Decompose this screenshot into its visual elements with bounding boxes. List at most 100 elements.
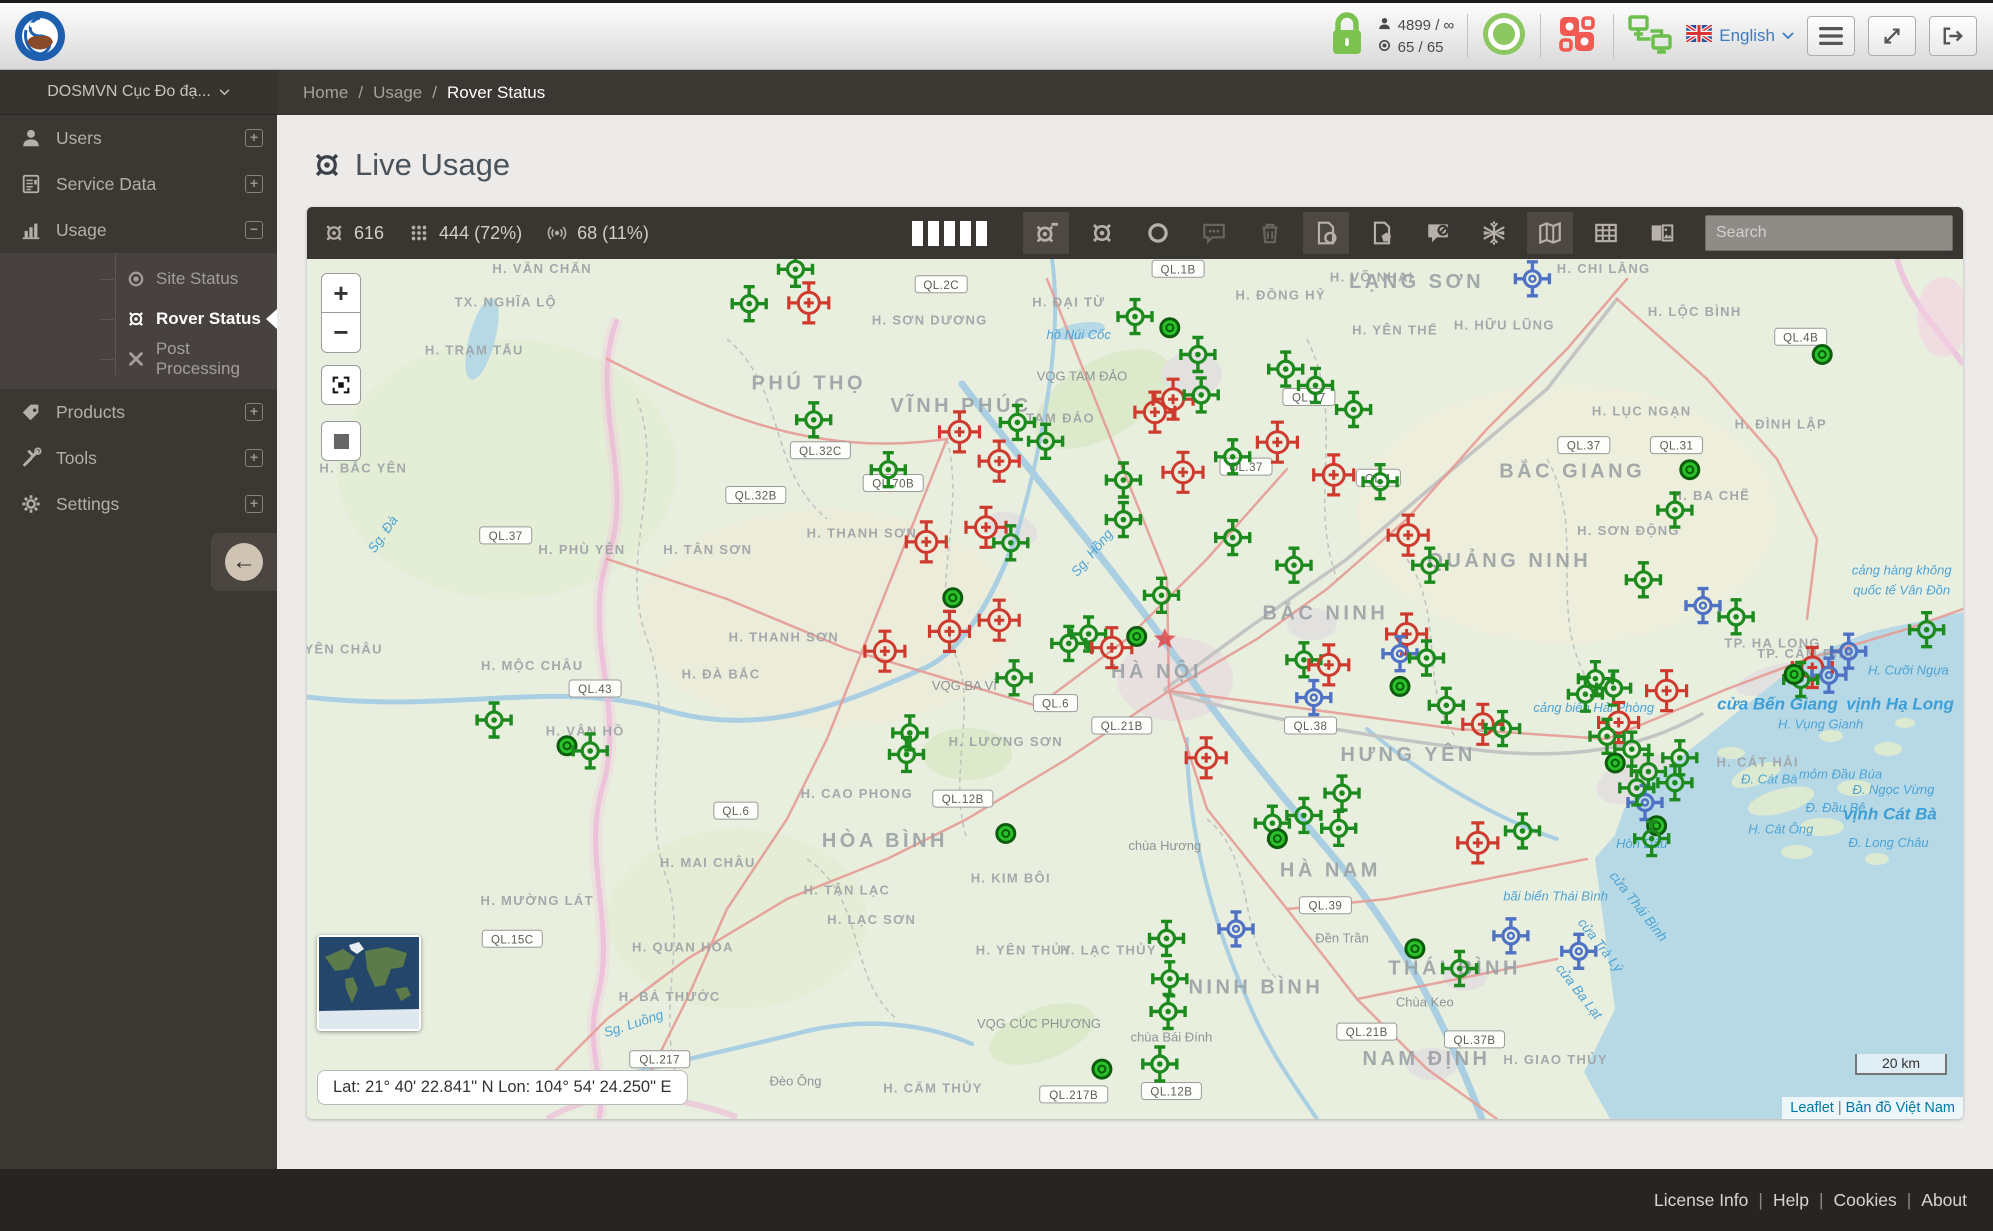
sidebar-item-tools[interactable]: Tools+ [0, 435, 277, 481]
logout-button[interactable] [1929, 16, 1977, 56]
xmark-icon [126, 349, 146, 369]
map-label: H. LẠC THỦY [1060, 943, 1157, 958]
collapse-icon[interactable]: − [245, 221, 263, 239]
svg-text:QL.1B: QL.1B [1161, 264, 1196, 276]
report-polygon-button[interactable] [1359, 212, 1405, 254]
footer-link-about[interactable]: About [1921, 1190, 1967, 1211]
person-icon [1377, 16, 1392, 31]
basemap-link[interactable]: Bản đồ Việt Nam [1846, 1100, 1955, 1116]
expand-arrows-icon [1881, 25, 1903, 47]
search-input[interactable] [1705, 215, 1953, 251]
map-label: H. YÊN CHÂU [307, 642, 383, 657]
menu-button[interactable] [1807, 16, 1855, 56]
map-label: cửa Bến Giang [1717, 695, 1838, 714]
map-label: H. TÂN LẠC [804, 883, 891, 898]
breadcrumb-item-usage[interactable]: Usage [373, 83, 422, 103]
svg-text:QL.39: QL.39 [1308, 901, 1342, 913]
footer-link-help[interactable]: Help [1773, 1190, 1809, 1211]
map-label: H. BÁ THƯỚC [619, 989, 721, 1004]
freeze-button[interactable] [1471, 212, 1517, 254]
table-view-button[interactable] [1583, 212, 1629, 254]
zoom-out-button[interactable]: − [321, 313, 361, 353]
rover-marker-d[interactable] [1606, 754, 1624, 772]
level-bar [960, 221, 971, 246]
map-view-button[interactable] [1527, 212, 1573, 254]
rover-marker-d[interactable] [1813, 346, 1831, 364]
map-label: H. MƯỜNG LÁT [481, 893, 594, 908]
network-nodes-icon[interactable] [1627, 14, 1673, 59]
rover-marker-d[interactable] [1161, 319, 1179, 337]
sidebar-item-rover-status[interactable]: Rover Status [0, 299, 277, 339]
filter-rover-remove-button[interactable] [1023, 212, 1069, 254]
rover-minus-icon [1033, 220, 1059, 246]
app-logo [14, 10, 66, 62]
rover-marker-d[interactable] [1128, 628, 1146, 646]
map-fullscreen-button[interactable] [321, 365, 361, 405]
snow-icon [1481, 220, 1507, 246]
minimap[interactable] [317, 935, 421, 1031]
person-icon [20, 127, 42, 149]
rover-marker-d[interactable] [997, 825, 1015, 843]
sidebar-item-label: Rover Status [156, 309, 261, 329]
sidebar-item-post-processing[interactable]: Post Processing [0, 339, 277, 379]
leaflet-link[interactable]: Leaflet [1790, 1100, 1834, 1116]
rover-marker-d[interactable] [1785, 665, 1803, 683]
block-message-button[interactable] [1415, 212, 1461, 254]
count-value: 444 (72%) [439, 223, 522, 244]
expand-icon[interactable]: + [245, 175, 263, 193]
expand-icon[interactable]: + [245, 129, 263, 147]
rtk-network-icon[interactable] [1554, 11, 1600, 62]
filter-site-button[interactable] [1135, 212, 1181, 254]
sidebar-item-service-data[interactable]: Service Data+ [0, 161, 277, 207]
rover-marker-d[interactable] [1681, 461, 1699, 479]
expand-icon[interactable]: + [245, 495, 263, 513]
footer-separator: | [1758, 1190, 1763, 1211]
rover-marker-d[interactable] [1406, 940, 1424, 958]
map[interactable]: LẠNG SƠNPHÚ THỌVĨNH PHÚCBẮC GIANGQUẢNG N… [307, 259, 1963, 1119]
fullscreen-button[interactable] [1868, 16, 1916, 56]
expand-icon[interactable]: + [245, 403, 263, 421]
sidebar-item-site-status[interactable]: Site Status [0, 259, 277, 299]
svg-text:QL.43: QL.43 [578, 684, 612, 696]
expand-icon[interactable]: + [245, 449, 263, 467]
rover-marker-d[interactable] [1093, 1060, 1111, 1078]
account-selector[interactable]: DOSMVN Cục Đo đạ... [0, 70, 277, 115]
sidebar-item-users[interactable]: Users+ [0, 115, 277, 161]
rover-marker-d[interactable] [1391, 677, 1409, 695]
map-label: VQG BA VÌ [932, 678, 997, 693]
messages-button[interactable] [1191, 212, 1237, 254]
map-label: Đ. Ngọc Vừng [1852, 782, 1935, 797]
language-selector[interactable]: English [1686, 25, 1794, 47]
map-label: H. THANH SƠN [729, 630, 839, 645]
rover-icon [126, 309, 146, 329]
zoom-in-button[interactable]: + [321, 273, 361, 313]
sidebar-item-usage[interactable]: Usage− [0, 207, 277, 253]
sidebar-item-settings[interactable]: Settings+ [0, 481, 277, 527]
map-label: HƯNG YÊN [1341, 742, 1476, 766]
map-label: H. ĐÌNH LẬP [1735, 416, 1827, 431]
square-icon [334, 434, 349, 449]
report-circle-button[interactable] [1303, 212, 1349, 254]
rover-marker-d[interactable] [944, 589, 962, 607]
rover-marker-d[interactable] [1268, 830, 1286, 848]
collapse-sidebar-button[interactable]: ← [225, 543, 263, 581]
road-label-chip: QL.39 [1299, 897, 1351, 914]
map-canvas[interactable]: LẠNG SƠNPHÚ THỌVĨNH PHÚCBẮC GIANGQUẢNG N… [307, 259, 1963, 1119]
tree-twig [100, 359, 114, 360]
breadcrumb-item-home[interactable]: Home [303, 83, 348, 103]
sidebar-item-products[interactable]: Products + [0, 389, 277, 435]
broadcast-icon [546, 222, 568, 244]
status-ring-icon[interactable] [1481, 11, 1527, 62]
map-label: BẮC NINH [1263, 600, 1389, 624]
delete-button[interactable] [1247, 212, 1293, 254]
footer-link-license-info[interactable]: License Info [1654, 1190, 1748, 1211]
draw-extent-button[interactable] [321, 421, 361, 461]
split-view-button[interactable] [1639, 212, 1685, 254]
breadcrumb-item-rover-status[interactable]: Rover Status [447, 83, 545, 103]
footer-link-cookies[interactable]: Cookies [1833, 1190, 1896, 1211]
map-label: cảng biển Hải Phòng [1533, 700, 1654, 715]
map-label: H. LẠC SƠN [827, 912, 916, 927]
sidebar-item-label: Products [56, 402, 231, 423]
language-label: English [1719, 26, 1775, 46]
filter-rover-button[interactable] [1079, 212, 1125, 254]
